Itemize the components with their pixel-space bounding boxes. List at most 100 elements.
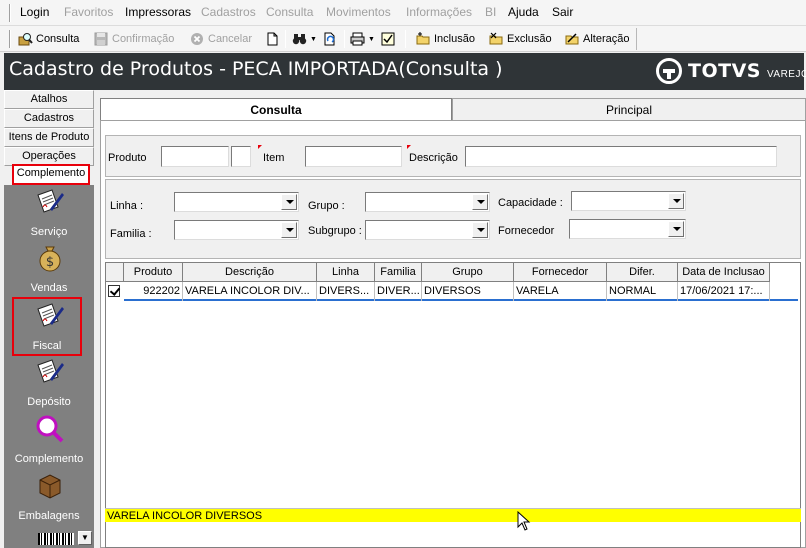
produto-input[interactable]	[161, 146, 229, 167]
chevron-down-icon[interactable]	[472, 194, 488, 210]
new-document-button[interactable]	[265, 30, 283, 48]
sidebar-item-deposito[interactable]: Depósito	[4, 355, 94, 410]
tab-principal[interactable]: Principal	[452, 98, 806, 120]
column-header[interactable]: Difer.	[607, 263, 678, 282]
familia-label: Familia :	[110, 228, 152, 240]
column-header[interactable]: Fornecedor	[514, 263, 607, 282]
chevron-down-icon: ▼	[368, 35, 375, 43]
chevron-down-icon[interactable]	[281, 222, 297, 238]
search-book-icon	[18, 32, 33, 46]
toolbar-separator	[285, 30, 286, 48]
table-cell[interactable]: VARELA INCOLOR DIV...	[183, 282, 317, 301]
print-button[interactable]: ▼	[350, 30, 375, 48]
totvs-logo: TOTVS VAREJO	[656, 57, 806, 85]
produto-digit-input[interactable]	[231, 146, 251, 167]
column-header[interactable]: Familia	[375, 263, 422, 282]
edit-folder-icon	[565, 32, 580, 46]
consulta-button[interactable]: Consulta	[18, 30, 79, 48]
capacidade-select[interactable]	[571, 191, 686, 211]
table-cell[interactable]: NORMAL	[607, 282, 678, 301]
add-folder-icon	[416, 32, 431, 46]
menu-ajuda[interactable]: Ajuda	[508, 5, 539, 19]
sidebar-cadastros[interactable]: Cadastros	[4, 109, 94, 128]
selected-description-status: VARELA INCOLOR DIVERSOS	[105, 508, 801, 522]
fornecedor-select[interactable]	[569, 219, 686, 239]
required-marker	[407, 145, 411, 149]
column-header[interactable]: Data de Inclusao	[678, 263, 770, 282]
sidebar-atalhos[interactable]: Atalhos	[4, 90, 94, 109]
linha-select[interactable]	[174, 192, 299, 212]
chevron-down-icon[interactable]	[281, 194, 297, 210]
confirmacao-button[interactable]: Confirmação	[94, 30, 174, 48]
refresh-button[interactable]	[323, 30, 341, 48]
alteracao-button[interactable]: Alteração	[565, 30, 629, 48]
toolbar-end-divider	[636, 28, 637, 50]
grupo-label: Grupo :	[308, 200, 345, 212]
table-cell[interactable]: DIVER...	[375, 282, 422, 301]
sidebar-dropdown-button[interactable]: ▼	[78, 531, 92, 545]
screen-title: Cadastro de Produtos - PECA IMPORTADA(Co…	[9, 58, 503, 80]
row-checkbox[interactable]	[108, 285, 120, 297]
menu-favoritos[interactable]: Favoritos	[64, 5, 113, 19]
grupo-select[interactable]	[365, 192, 490, 212]
menu-informacoes[interactable]: Informações	[406, 5, 472, 19]
cancelar-button[interactable]: Cancelar	[190, 30, 252, 48]
sidebar-item-label: Serviço	[30, 226, 68, 238]
table-cell[interactable]: DIVERS...	[317, 282, 375, 301]
sidebar-item-complemento[interactable]: Complemento	[4, 412, 94, 467]
document-pen-icon	[35, 357, 65, 387]
column-header[interactable]: Descrição	[183, 263, 317, 282]
inclusao-button[interactable]: Inclusão	[416, 30, 475, 48]
find-binoculars-button[interactable]: ▼	[292, 30, 317, 48]
cancel-x-icon	[190, 32, 205, 46]
exclusao-button[interactable]: Exclusão	[489, 30, 552, 48]
menu-consulta[interactable]: Consulta	[266, 5, 313, 19]
subgrupo-select[interactable]	[365, 220, 490, 240]
preview-check-icon	[381, 32, 396, 46]
main-area: Consulta Principal Produto Item Descriçã…	[100, 98, 806, 548]
tab-consulta[interactable]: Consulta	[100, 98, 452, 122]
menu-sair[interactable]: Sair	[552, 5, 573, 19]
menu-movimentos[interactable]: Movimentos	[326, 5, 391, 19]
sidebar-itens-de-produto[interactable]: Itens de Produto	[4, 128, 94, 147]
descricao-input[interactable]	[465, 146, 777, 167]
required-marker	[258, 145, 262, 149]
menu-impressoras[interactable]: Impressoras	[125, 5, 191, 19]
descricao-label: Descrição	[409, 152, 458, 164]
menu-bi[interactable]: BI	[485, 5, 496, 19]
category-filter-box: Linha : Grupo : Capacidade : Familia : S…	[105, 179, 801, 259]
column-header[interactable]: Linha	[317, 263, 375, 282]
consulta-label: Consulta	[36, 33, 80, 45]
sidebar-complemento[interactable]: Complemento	[12, 164, 90, 185]
sidebar-item-fiscal[interactable]: Fiscal	[12, 297, 82, 356]
table-cell[interactable]: DIVERSOS	[422, 282, 514, 301]
sidebar-item-label: Complemento	[14, 453, 84, 465]
menu-cadastros[interactable]: Cadastros	[201, 5, 256, 19]
refresh-document-icon	[323, 32, 338, 46]
sidebar-item-servico[interactable]: Serviço	[4, 185, 94, 240]
preview-button[interactable]	[381, 30, 399, 48]
printer-icon	[350, 32, 365, 46]
table-cell[interactable]: VARELA	[514, 282, 607, 301]
menu-login[interactable]: Login	[20, 5, 49, 19]
column-header[interactable]: Produto	[124, 263, 183, 282]
chevron-down-icon[interactable]	[668, 193, 684, 209]
chevron-down-icon[interactable]	[668, 221, 684, 237]
table-cell[interactable]: 922202	[124, 282, 183, 301]
save-disk-icon	[94, 32, 109, 46]
sidebar-item-embalagens[interactable]: Embalagens	[4, 469, 94, 524]
subgrupo-label: Subgrupo :	[308, 225, 362, 237]
table-cell[interactable]: 17/06/2021 17:...	[678, 282, 770, 301]
exclusao-label: Exclusão	[507, 33, 552, 45]
sidebar-item-vendas[interactable]: $ Vendas	[4, 241, 94, 296]
chevron-down-icon[interactable]	[472, 222, 488, 238]
sidebar-footer: ▼	[4, 530, 94, 548]
magnifier-icon	[35, 414, 65, 444]
totvs-brand-sub: VAREJO	[766, 68, 806, 80]
toolbar-grip	[9, 30, 11, 48]
screen-title-bar: Cadastro de Produtos - PECA IMPORTADA(Co…	[4, 53, 806, 90]
item-input[interactable]	[305, 146, 402, 167]
binoculars-icon	[292, 32, 307, 46]
column-header[interactable]: Grupo	[422, 263, 514, 282]
familia-select[interactable]	[174, 220, 299, 240]
